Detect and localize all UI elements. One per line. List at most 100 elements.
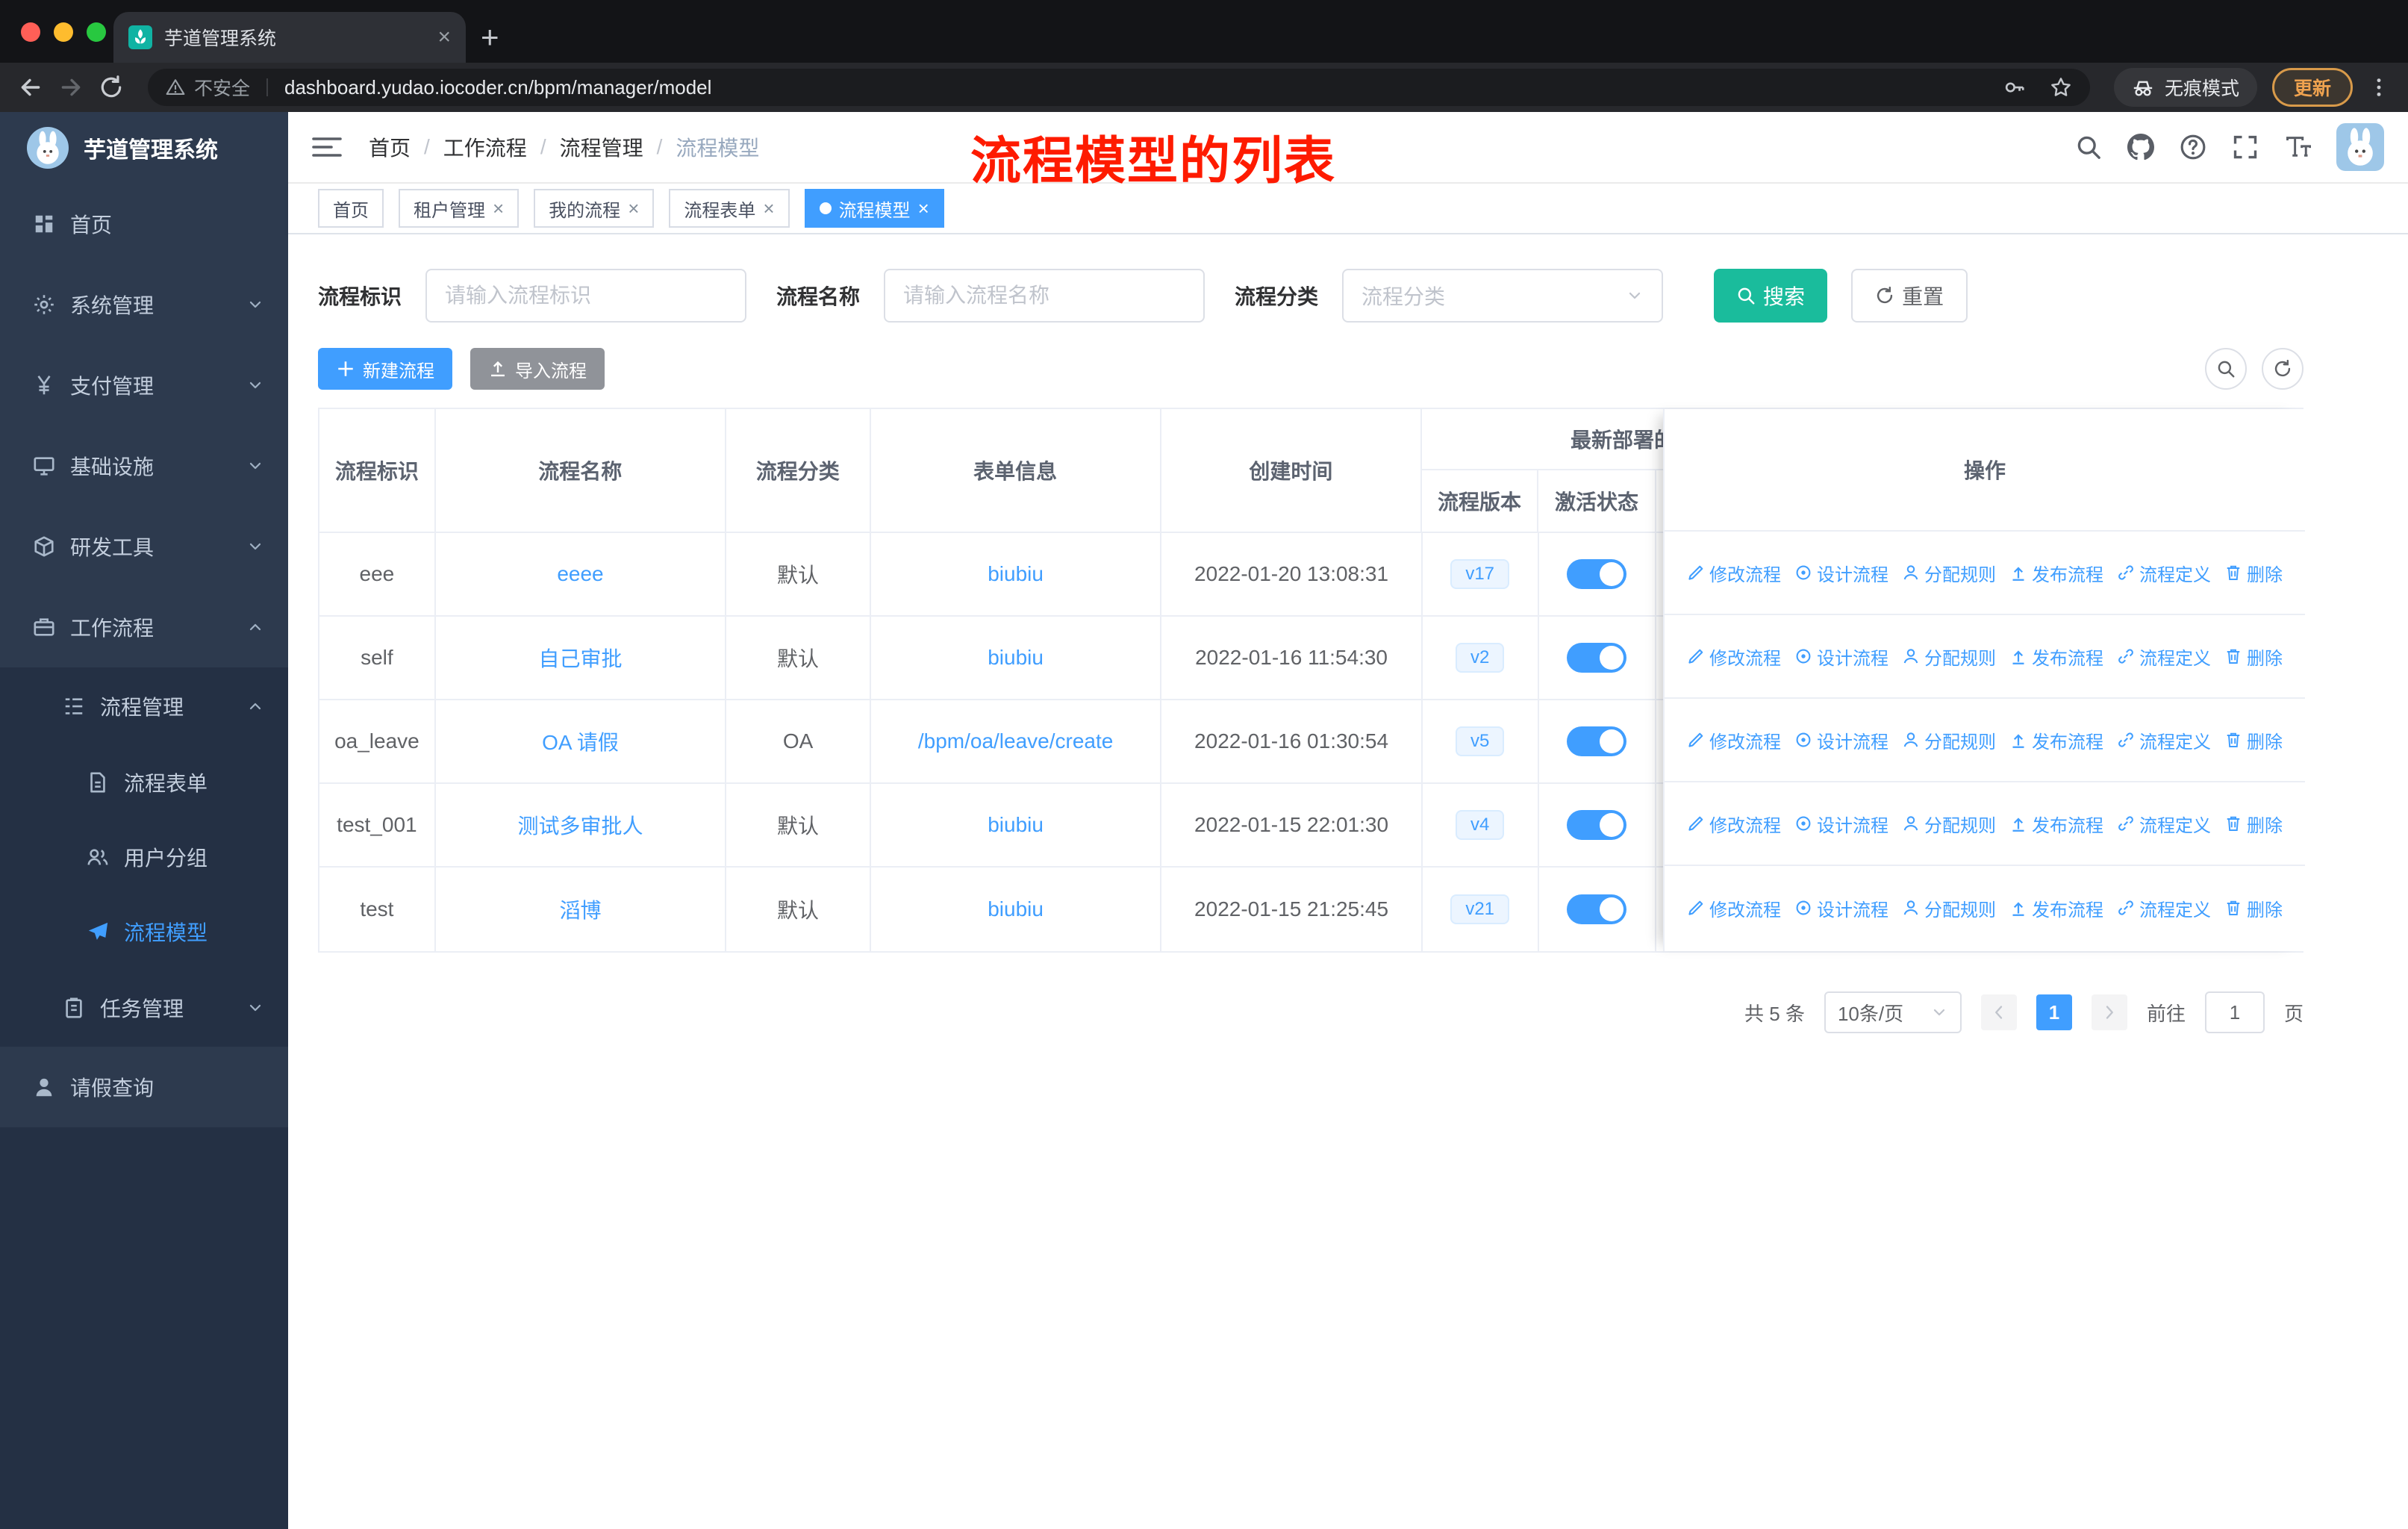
version-badge[interactable]: v2	[1455, 643, 1505, 673]
tag-首页[interactable]: 首页	[318, 189, 384, 228]
window-close-button[interactable]	[21, 22, 40, 42]
sidebar-item-leave-query[interactable]: 请假查询	[0, 1047, 288, 1127]
browser-update-button[interactable]: 更新	[2271, 68, 2353, 107]
browser-menu-icon[interactable]	[2368, 76, 2390, 99]
breadcrumb-item[interactable]: 流程管理	[560, 132, 643, 162]
action-definition[interactable]: 流程定义	[2117, 811, 2211, 837]
refresh-table-button[interactable]	[2262, 348, 2303, 390]
form-info-link[interactable]: biubiu	[988, 813, 1044, 837]
action-assign[interactable]: 分配规则	[1902, 727, 1996, 753]
action-design[interactable]: 设计流程	[1794, 644, 1888, 670]
user-avatar[interactable]	[2336, 123, 2384, 171]
address-bar[interactable]: 不安全 dashboard.yudao.iocoder.cn/bpm/manag…	[148, 69, 2090, 106]
sidebar-item-process-management[interactable]: 流程管理	[0, 667, 288, 745]
form-info-link[interactable]: /bpm/oa/leave/create	[918, 729, 1114, 753]
sidebar-item-infra[interactable]: 基础设施	[0, 426, 288, 506]
tag-租户管理[interactable]: 租户管理 ×	[399, 189, 520, 228]
form-info-link[interactable]: biubiu	[988, 646, 1044, 670]
sidebar-logo[interactable]: 芋道管理系统	[0, 112, 288, 184]
form-info-link[interactable]: biubiu	[988, 562, 1044, 586]
action-delete[interactable]: 删除	[2224, 644, 2283, 670]
tag-流程模型[interactable]: 流程模型 ×	[804, 189, 944, 228]
form-info-link[interactable]: biubiu	[988, 897, 1044, 921]
breadcrumb-item[interactable]: 工作流程	[443, 132, 527, 162]
fullscreen-icon[interactable]	[2232, 134, 2259, 161]
action-edit[interactable]: 修改流程	[1687, 811, 1781, 837]
toggle-search-button[interactable]	[2205, 348, 2247, 390]
password-key-icon[interactable]	[2003, 76, 2026, 99]
action-assign[interactable]: 分配规则	[1902, 644, 1996, 670]
sidebar-item-system[interactable]: 系统管理	[0, 264, 288, 345]
filter-select-process-category[interactable]: 流程分类	[1342, 269, 1664, 323]
active-toggle[interactable]	[1567, 559, 1627, 589]
help-icon[interactable]	[2180, 134, 2206, 161]
sidebar-item-process-model[interactable]: 流程模型	[0, 894, 288, 969]
tag-close-icon[interactable]: ×	[763, 197, 774, 220]
action-definition[interactable]: 流程定义	[2117, 560, 2211, 586]
active-toggle[interactable]	[1567, 894, 1627, 924]
action-assign[interactable]: 分配规则	[1902, 560, 1996, 586]
active-toggle[interactable]	[1567, 810, 1627, 840]
action-delete[interactable]: 删除	[2224, 811, 2283, 837]
window-minimize-button[interactable]	[54, 22, 73, 42]
action-edit[interactable]: 修改流程	[1687, 560, 1781, 586]
action-publish[interactable]: 发布流程	[2009, 895, 2103, 921]
action-edit[interactable]: 修改流程	[1687, 644, 1781, 670]
page-1-button[interactable]: 1	[2036, 994, 2072, 1030]
create-process-button[interactable]: 新建流程	[318, 348, 452, 390]
action-definition[interactable]: 流程定义	[2117, 895, 2211, 921]
tag-我的流程[interactable]: 我的流程 ×	[534, 189, 655, 228]
process-name-link[interactable]: 滔博	[559, 894, 601, 924]
sidebar-item-workflow[interactable]: 工作流程	[0, 587, 288, 667]
search-icon[interactable]	[2075, 134, 2102, 161]
back-icon[interactable]	[18, 75, 43, 100]
action-publish[interactable]: 发布流程	[2009, 644, 2103, 670]
tag-close-icon[interactable]: ×	[918, 197, 929, 220]
active-toggle[interactable]	[1567, 643, 1627, 673]
version-badge[interactable]: v21	[1450, 894, 1510, 924]
action-assign[interactable]: 分配规则	[1902, 811, 1996, 837]
action-publish[interactable]: 发布流程	[2009, 811, 2103, 837]
sidebar-item-devtools[interactable]: 研发工具	[0, 506, 288, 587]
reload-icon[interactable]	[99, 75, 124, 100]
goto-page-input[interactable]	[2204, 991, 2265, 1033]
action-edit[interactable]: 修改流程	[1687, 895, 1781, 921]
version-badge[interactable]: v17	[1450, 559, 1510, 589]
forward-icon[interactable]	[58, 75, 84, 100]
action-definition[interactable]: 流程定义	[2117, 727, 2211, 753]
page-size-select[interactable]: 10条/页	[1824, 991, 1962, 1033]
action-delete[interactable]: 删除	[2224, 560, 2283, 586]
action-publish[interactable]: 发布流程	[2009, 727, 2103, 753]
active-toggle[interactable]	[1567, 726, 1627, 756]
new-tab-button[interactable]: +	[481, 12, 499, 63]
import-process-button[interactable]: 导入流程	[470, 348, 605, 390]
action-definition[interactable]: 流程定义	[2117, 644, 2211, 670]
browser-tab[interactable]: 芋道管理系统 ×	[113, 12, 466, 63]
tag-close-icon[interactable]: ×	[493, 197, 504, 220]
github-icon[interactable]	[2127, 134, 2154, 161]
action-delete[interactable]: 删除	[2224, 895, 2283, 921]
breadcrumb-item[interactable]: 首页	[369, 132, 411, 162]
next-page-button[interactable]	[2091, 994, 2127, 1030]
version-badge[interactable]: v5	[1455, 726, 1505, 756]
action-design[interactable]: 设计流程	[1794, 811, 1888, 837]
reset-button[interactable]: 重置	[1851, 269, 1968, 323]
sidebar-item-payment[interactable]: 支付管理	[0, 345, 288, 426]
process-name-link[interactable]: OA 请假	[542, 726, 619, 756]
process-name-link[interactable]: 测试多审批人	[517, 810, 643, 840]
filter-input-process-key[interactable]	[425, 269, 747, 323]
process-name-link[interactable]: eeee	[557, 562, 603, 586]
sidebar-item-process-form[interactable]: 流程表单	[0, 745, 288, 820]
font-size-icon[interactable]	[2284, 134, 2311, 161]
sidebar-item-home[interactable]: 首页	[0, 184, 288, 264]
hamburger-icon[interactable]	[312, 135, 342, 159]
version-badge[interactable]: v4	[1455, 810, 1505, 840]
filter-input-process-name[interactable]	[884, 269, 1205, 323]
action-publish[interactable]: 发布流程	[2009, 560, 2103, 586]
action-edit[interactable]: 修改流程	[1687, 727, 1781, 753]
search-button[interactable]: 搜索	[1714, 269, 1828, 323]
process-name-link[interactable]: 自己审批	[538, 643, 622, 673]
tab-close-icon[interactable]: ×	[437, 25, 451, 50]
action-design[interactable]: 设计流程	[1794, 560, 1888, 586]
bookmark-star-icon[interactable]	[2050, 76, 2072, 99]
